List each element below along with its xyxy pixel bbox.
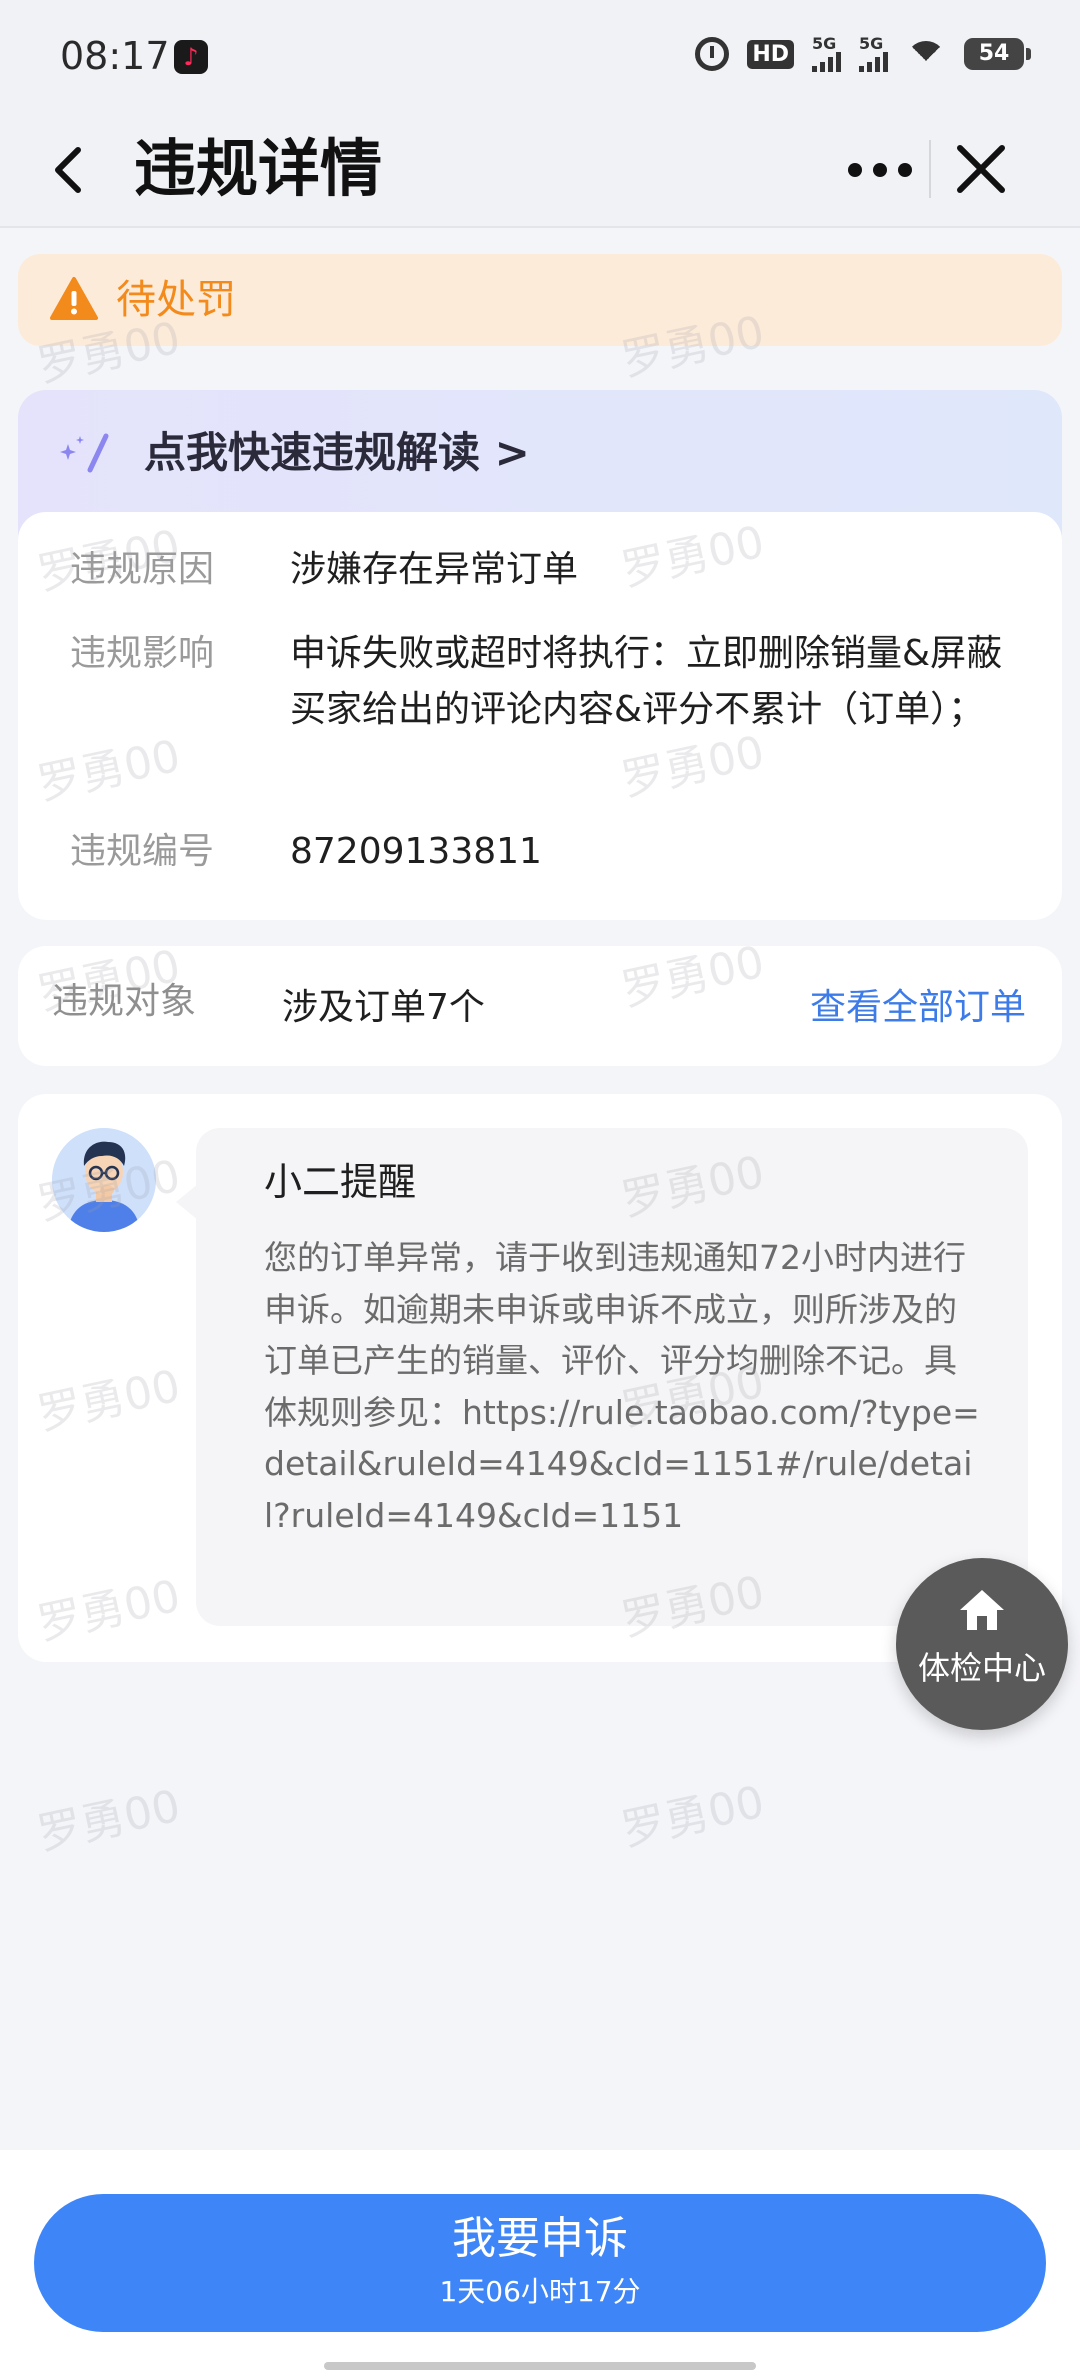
penalty-status-banner: 待处罚: [18, 254, 1062, 346]
back-arrow-icon[interactable]: [46, 140, 96, 200]
violation-object-card: 违规对象 涉及订单7个 查看全部订单: [18, 946, 1062, 1066]
warning-icon: [50, 277, 98, 320]
watermark: 罗勇00: [617, 1776, 769, 1857]
impact-value: 申诉失败或超时将执行：立即删除销量&屏蔽买家给出的评论内容&评分不累计（订单）；: [290, 633, 1003, 730]
signal-icon-1: 5G: [812, 36, 841, 72]
watermark: 罗勇00: [33, 1780, 185, 1861]
object-label: 违规对象: [52, 981, 197, 1022]
status-bar: 08:17 ♪ HD 5G 5G 54: [0, 0, 1080, 112]
bottom-action-bar: 我要申诉 1天06小时17分: [0, 2150, 1080, 2376]
signal-label-1: 5G: [812, 34, 837, 53]
appeal-countdown: 1天06小时17分: [439, 2275, 641, 2308]
signal-label-2: 5G: [859, 34, 884, 53]
health-center-button[interactable]: 体检中心: [896, 1558, 1068, 1730]
home-indicator[interactable]: [324, 2362, 756, 2370]
wifi-icon: [906, 39, 946, 69]
violation-id-label: 违规编号: [70, 831, 215, 872]
signal-icon-2: 5G: [859, 36, 888, 72]
object-value: 涉及订单7个: [282, 987, 485, 1028]
avatar-illustration: [52, 1128, 156, 1232]
more-options-icon[interactable]: [848, 150, 912, 190]
reason-label: 违规原因: [70, 549, 215, 590]
sparkle-icon: [60, 433, 109, 473]
penalty-status-text: 待处罚: [116, 277, 236, 323]
reason-value: 涉嫌存在异常订单: [290, 549, 579, 590]
tiktok-notification-icon: ♪: [174, 40, 208, 74]
health-center-label: 体检中心: [917, 1649, 1046, 1687]
battery-icon: 54: [964, 38, 1031, 70]
status-icons: HD 5G 5G 54: [695, 36, 1031, 72]
appeal-button[interactable]: 我要申诉 1天06小时17分: [34, 2194, 1046, 2332]
violation-detail-page: 08:17 ♪ HD 5G 5G 54 违规详情 待处罚 点我快速违规解读 > …: [0, 0, 1080, 2376]
violation-id-value: 87209133811: [290, 831, 542, 872]
reminder-card: 小二提醒 您的订单异常，请于收到违规通知72小时内进行申诉。如逾期未申诉或申诉不…: [18, 1094, 1062, 1662]
reminder-body: 您的订单异常，请于收到违规通知72小时内进行申诉。如逾期未申诉或申诉不成立，则所…: [264, 1238, 980, 1535]
hd-icon: HD: [747, 39, 794, 69]
appeal-button-label: 我要申诉: [452, 2213, 628, 2264]
page-title: 违规详情: [134, 132, 383, 205]
status-time: 08:17: [60, 34, 170, 78]
nav-bar: 违规详情: [0, 112, 1080, 228]
close-icon[interactable]: [950, 138, 1012, 200]
violation-detail-card: 违规原因 涉嫌存在异常订单 违规影响 申诉失败或超时将执行：立即删除销量&屏蔽买…: [18, 512, 1062, 920]
quick-interpretation-link[interactable]: 点我快速违规解读 >: [144, 420, 530, 486]
reminder-title: 小二提醒: [264, 1160, 417, 1204]
impact-label: 违规影响: [70, 633, 215, 674]
view-all-orders-link[interactable]: 查看全部订单: [810, 980, 1026, 1036]
quick-interpretation-card: 点我快速违规解读 > 违规原因 涉嫌存在异常订单 违规影响 申诉失败或超时将执行…: [18, 390, 1062, 920]
avatar: [52, 1128, 156, 1232]
home-icon: [960, 1590, 1004, 1630]
alarm-icon: [695, 37, 730, 71]
reminder-bubble: 小二提醒 您的订单异常，请于收到违规通知72小时内进行申诉。如逾期未申诉或申诉不…: [176, 1128, 1028, 1626]
nav-divider: [929, 140, 931, 198]
